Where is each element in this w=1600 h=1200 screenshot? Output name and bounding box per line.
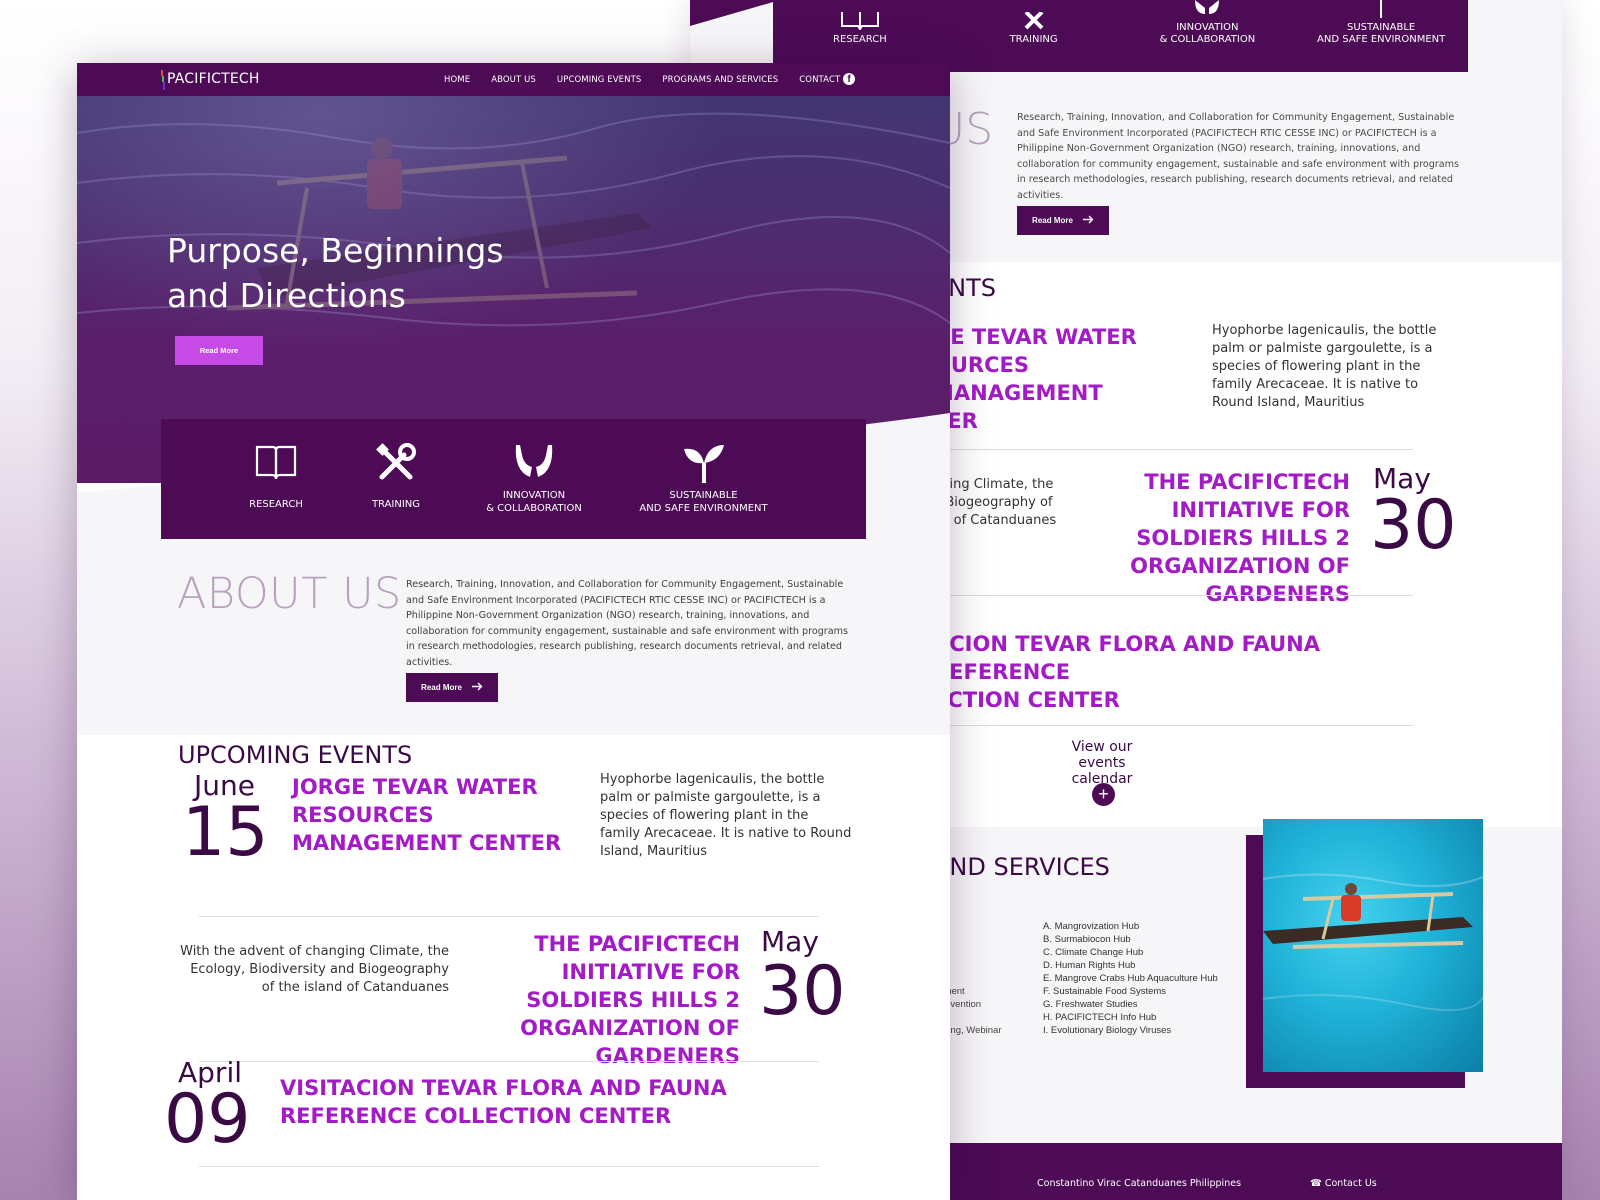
- list-item[interactable]: H. PACIFICTECH Info Hub: [1043, 1011, 1218, 1024]
- list-item[interactable]: I. Evolutionary Biology Viruses: [1043, 1024, 1218, 1037]
- event-title[interactable]: THE PACIFICTECH INITIATIVE FOR SOLDIERS …: [455, 930, 740, 1070]
- event-title[interactable]: JORGE TEVAR WATER RESOURCES MANAGEMENT C…: [292, 773, 572, 857]
- back-event-title[interactable]: GE TEVAR WATER OURCES MANAGEMENT TER: [933, 323, 1193, 435]
- footer-contact-link[interactable]: ☎ Contact Us: [1310, 1178, 1377, 1189]
- facebook-icon[interactable]: f: [843, 73, 855, 85]
- back-feature-label: RESEARCH: [833, 34, 887, 45]
- back-event-day: 30: [1370, 486, 1457, 565]
- back-header-diagonal: [690, 0, 780, 26]
- back-event-divider: [933, 595, 1413, 596]
- feature-label: TRAINING: [371, 499, 421, 510]
- footer-address: Constantino Virac Catanduanes Philippine…: [1037, 1178, 1242, 1189]
- event-description: Hyophorbe lagenicaulis, the bottle palm …: [600, 772, 852, 859]
- back-feature-innovation[interactable]: INNOVATION & COLLABORATION: [1132, 0, 1282, 46]
- event-day: 30: [759, 952, 846, 1031]
- view-events-calendar-link[interactable]: View our events calendar: [1050, 739, 1154, 787]
- nav-home[interactable]: HOME: [444, 75, 470, 85]
- back-event-description: Hyophorbe lagenicaulis, the bottle palm …: [1212, 323, 1437, 410]
- about-read-more-button[interactable]: Read More: [406, 673, 498, 702]
- event-title[interactable]: VISITACION TEVAR FLORA AND FAUNA REFEREN…: [280, 1074, 780, 1130]
- feature-sustainable-environment[interactable]: SUSTAINABLE AND SAFE ENVIRONMENT: [616, 419, 791, 539]
- back-services-list: A. Mangrovization Hub B. Surmabiocon Hub…: [1043, 920, 1218, 1037]
- feature-label: RESEARCH: [249, 499, 303, 510]
- tools-icon: [374, 441, 418, 485]
- event-day: 09: [164, 1080, 251, 1159]
- open-book-icon: [254, 441, 298, 485]
- nav-programs-and-services[interactable]: PROGRAMS AND SERVICES: [662, 75, 778, 85]
- logo-mark-icon: [161, 70, 166, 90]
- back-read-more-button[interactable]: Read More: [1017, 206, 1109, 235]
- front-page-mockup: PACIFICTECH HOME ABOUT US UPCOMING EVENT…: [77, 63, 950, 1200]
- arrow-right-icon: [1082, 215, 1094, 226]
- back-event-title[interactable]: ACION TEVAR FLORA AND FAUNA REFERENCE EC…: [933, 630, 1403, 714]
- sprout-icon: [1306, 0, 1456, 18]
- back-event-divider: [933, 449, 1413, 450]
- back-services-heading: AND SERVICES: [933, 853, 1110, 881]
- hands-icon: [1132, 0, 1282, 18]
- upcoming-events-heading: UPCOMING EVENTS: [178, 741, 413, 769]
- about-read-more-label: Read More: [421, 683, 462, 692]
- list-item[interactable]: F. Sustainable Food Systems: [1043, 985, 1218, 998]
- back-feature-label: INNOVATION & COLLABORATION: [1159, 22, 1256, 45]
- list-item[interactable]: D. Human Rights Hub: [1043, 959, 1218, 972]
- back-feature-research[interactable]: RESEARCH: [785, 12, 935, 46]
- event-day: 15: [182, 793, 269, 872]
- event-divider: [199, 1061, 819, 1062]
- nav-about-us[interactable]: ABOUT US: [491, 75, 536, 85]
- feature-training[interactable]: TRAINING: [326, 419, 466, 539]
- back-event-title[interactable]: THE PACIFICTECH INITIATIVE FOR SOLDIERS …: [1060, 468, 1350, 608]
- features-bar: RESEARCH TRAINING INNOVATION & COLLABORA…: [161, 419, 866, 539]
- about-heading: ABOUT US: [177, 569, 402, 619]
- back-about-text: Research, Training, Innovation, and Coll…: [1017, 112, 1459, 201]
- list-item[interactable]: G. Freshwater Studies: [1043, 998, 1218, 1011]
- event-description: With the advent of changing Climate, the…: [180, 944, 449, 995]
- feature-research[interactable]: RESEARCH: [206, 419, 346, 539]
- plus-icon[interactable]: +: [1092, 783, 1115, 806]
- event-divider: [199, 916, 819, 917]
- list-item[interactable]: C. Climate Change Hub: [1043, 946, 1218, 959]
- arrow-right-icon: [471, 682, 483, 693]
- fisherman-boat-photo: [1263, 819, 1483, 1072]
- footer-contact-label: Contact Us: [1324, 1178, 1377, 1189]
- tools-icon: [959, 10, 1109, 30]
- list-item[interactable]: A. Mangrovization Hub: [1043, 920, 1218, 933]
- site-logo[interactable]: PACIFICTECH: [167, 71, 260, 87]
- about-text: Research, Training, Innovation, and Coll…: [406, 579, 848, 668]
- event-divider: [199, 1166, 819, 1167]
- back-features-bar: RESEARCH TRAINING INNOVATION & COLLABORA…: [773, 0, 1468, 72]
- back-feature-sustainable[interactable]: SUSTAINABLE AND SAFE ENVIRONMENT: [1306, 0, 1456, 46]
- feature-label: SUSTAINABLE AND SAFE ENVIRONMENT: [639, 490, 768, 514]
- back-feature-label: SUSTAINABLE AND SAFE ENVIRONMENT: [1317, 22, 1446, 45]
- feature-innovation-collaboration[interactable]: INNOVATION & COLLABORATION: [454, 419, 614, 539]
- list-item[interactable]: B. Surmabiocon Hub: [1043, 933, 1218, 946]
- hero-title: Purpose, Beginnings and Directions: [167, 231, 504, 315]
- back-feature-training[interactable]: TRAINING: [959, 10, 1109, 46]
- hands-icon: [512, 441, 556, 485]
- back-feature-label: TRAINING: [1009, 34, 1058, 45]
- nav-links: HOME ABOUT US UPCOMING EVENTS PROGRAMS A…: [444, 75, 876, 85]
- open-book-icon: [785, 12, 935, 31]
- feature-label: INNOVATION & COLLABORATION: [486, 490, 582, 514]
- hero-read-more-button[interactable]: Read More: [175, 336, 263, 365]
- top-navigation: PACIFICTECH HOME ABOUT US UPCOMING EVENT…: [77, 63, 950, 96]
- phone-icon: ☎: [1310, 1178, 1325, 1189]
- back-event-divider: [933, 725, 1413, 726]
- nav-upcoming-events[interactable]: UPCOMING EVENTS: [557, 75, 641, 85]
- back-read-more-label: Read More: [1032, 216, 1073, 225]
- sprout-icon: [682, 441, 726, 485]
- list-item[interactable]: E. Mangrove Crabs Hub Aquaculture Hub: [1043, 972, 1218, 985]
